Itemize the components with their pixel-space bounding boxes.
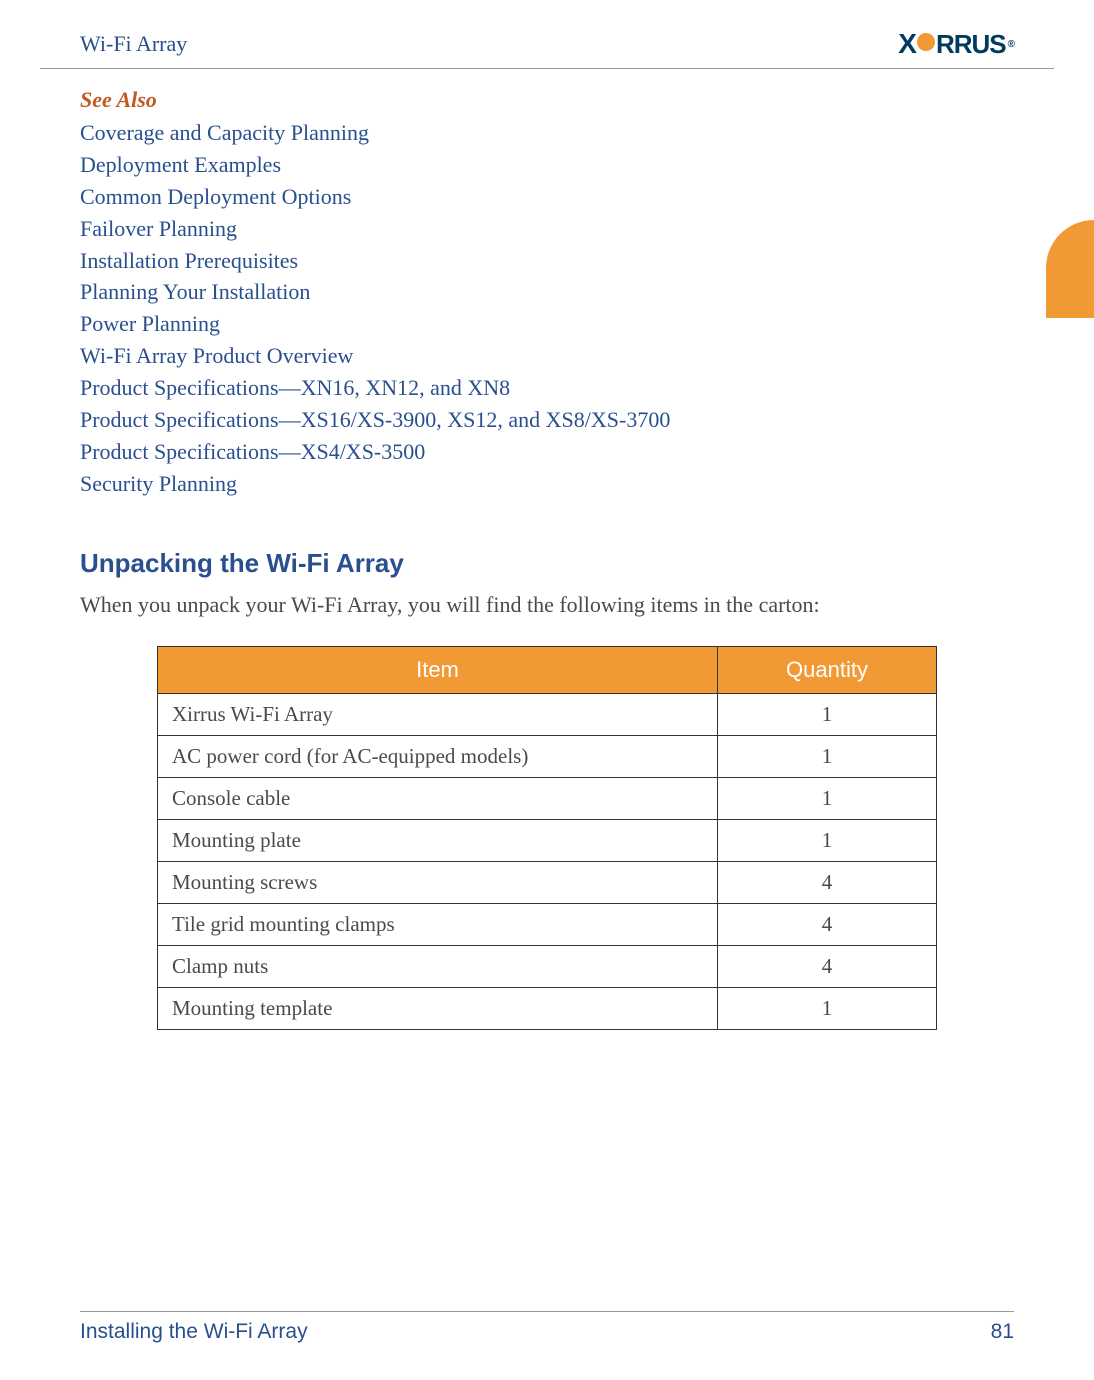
table-cell-qty: 4 [718,903,937,945]
section-heading-unpacking: Unpacking the Wi-Fi Array [80,548,1014,579]
section-body-text: When you unpack your Wi-Fi Array, you wi… [80,587,1014,622]
table-cell-item: Tile grid mounting clamps [158,903,718,945]
page-number: 81 [991,1320,1014,1344]
table-cell-item: Clamp nuts [158,945,718,987]
table-row: Xirrus Wi-Fi Array 1 [158,693,937,735]
page-header: Wi-Fi Array X RRUS® [40,0,1054,69]
logo-letter-x: X [898,28,916,60]
table-cell-item: Mounting template [158,987,718,1029]
table-row: Mounting screws 4 [158,861,937,903]
table-cell-item: AC power cord (for AC-equipped models) [158,735,718,777]
link-common-deployment[interactable]: Common Deployment Options [80,181,1014,213]
table-row: Mounting template 1 [158,987,937,1029]
table-cell-item: Mounting plate [158,819,718,861]
table-header-qty: Quantity [718,646,937,693]
table-cell-qty: 1 [718,693,937,735]
logo-letters-rrus: RRUS [936,29,1006,60]
carton-items-table: Item Quantity Xirrus Wi-Fi Array 1 AC po… [157,646,937,1030]
footer-chapter-title: Installing the Wi-Fi Array [80,1320,308,1344]
table-body: Xirrus Wi-Fi Array 1 AC power cord (for … [158,693,937,1029]
link-power-planning[interactable]: Power Planning [80,308,1014,340]
table-row: Clamp nuts 4 [158,945,937,987]
header-title: Wi-Fi Array [80,31,187,57]
table-header-row: Item Quantity [158,646,937,693]
table-header-item: Item [158,646,718,693]
link-spec-xn16[interactable]: Product Specifications—XN16, XN12, and X… [80,372,1014,404]
table-cell-qty: 4 [718,945,937,987]
link-product-overview[interactable]: Wi-Fi Array Product Overview [80,340,1014,372]
xirrus-logo: X RRUS® [898,28,1014,60]
table-row: AC power cord (for AC-equipped models) 1 [158,735,937,777]
link-spec-xs4[interactable]: Product Specifications—XS4/XS-3500 [80,436,1014,468]
table-cell-qty: 1 [718,735,937,777]
link-installation-prereq[interactable]: Installation Prerequisites [80,245,1014,277]
table-cell-qty: 1 [718,987,937,1029]
link-deployment-examples[interactable]: Deployment Examples [80,149,1014,181]
table-cell-item: Xirrus Wi-Fi Array [158,693,718,735]
table-row: Mounting plate 1 [158,819,937,861]
link-security-planning[interactable]: Security Planning [80,468,1014,500]
link-planning-installation[interactable]: Planning Your Installation [80,276,1014,308]
table-cell-qty: 1 [718,819,937,861]
link-failover-planning[interactable]: Failover Planning [80,213,1014,245]
table-cell-qty: 4 [718,861,937,903]
table-row: Console cable 1 [158,777,937,819]
table-cell-item: Mounting screws [158,861,718,903]
page-content: See Also Coverage and Capacity Planning … [0,69,1094,1030]
logo-burst-icon [917,33,935,51]
link-coverage-capacity[interactable]: Coverage and Capacity Planning [80,117,1014,149]
table-cell-item: Console cable [158,777,718,819]
table-row: Tile grid mounting clamps 4 [158,903,937,945]
table-cell-qty: 1 [718,777,937,819]
logo-registered-mark: ® [1008,39,1014,50]
see-also-heading: See Also [80,87,1014,113]
page-footer: Installing the Wi-Fi Array 81 [80,1311,1014,1344]
link-spec-xs16[interactable]: Product Specifications—XS16/XS-3900, XS1… [80,404,1014,436]
